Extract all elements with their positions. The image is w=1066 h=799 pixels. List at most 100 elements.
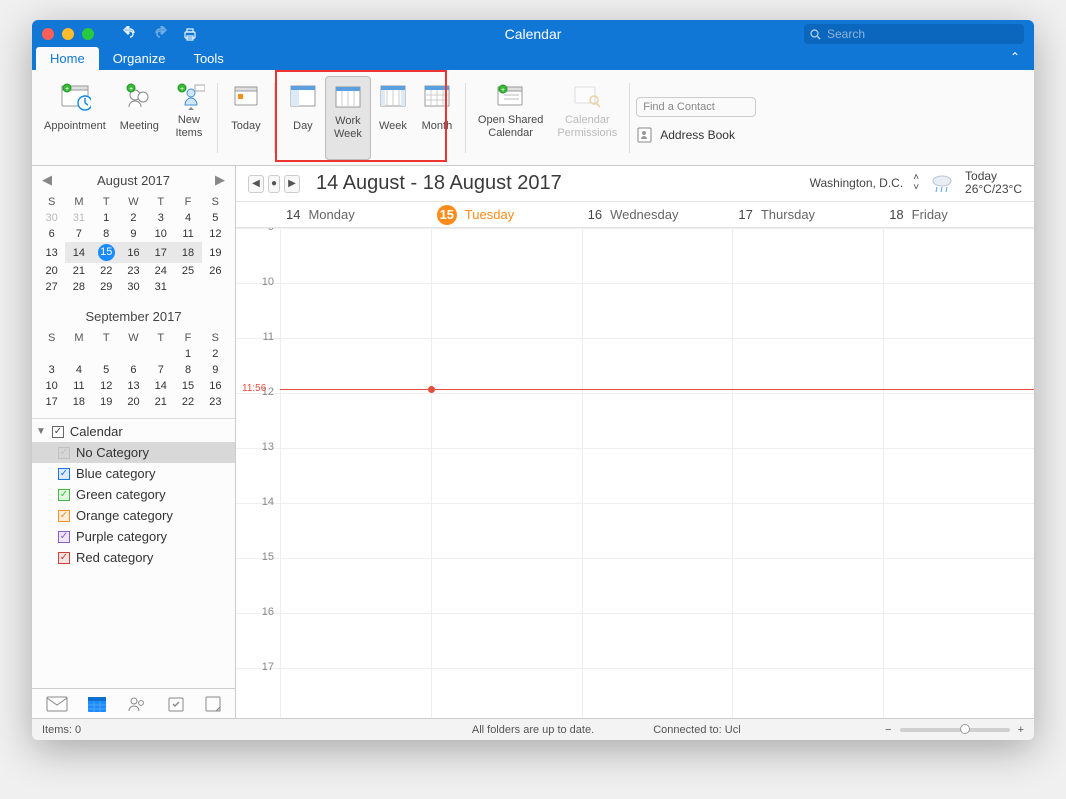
- minimonth-day[interactable]: 17: [147, 242, 174, 263]
- tab-home[interactable]: Home: [36, 47, 99, 70]
- minimonth-day[interactable]: [174, 279, 201, 295]
- minimonth-day[interactable]: [38, 346, 65, 362]
- minimonth-day[interactable]: 23: [202, 394, 229, 410]
- day-view-button[interactable]: Day: [281, 76, 325, 160]
- minimonth-row[interactable]: 20212223242526: [38, 263, 229, 279]
- minimonth-row[interactable]: 17181920212223: [38, 394, 229, 410]
- zoom-in-icon[interactable]: +: [1018, 724, 1024, 736]
- hour-row[interactable]: [236, 558, 1034, 613]
- meeting-button[interactable]: + Meeting: [114, 76, 165, 160]
- day-header[interactable]: 14Monday: [280, 202, 431, 227]
- week-view-button[interactable]: Week: [371, 76, 415, 160]
- minimonth-day[interactable]: 24: [147, 263, 174, 279]
- minimonth-day[interactable]: 27: [38, 279, 65, 295]
- minimonth-day[interactable]: [120, 346, 147, 362]
- next-range-button[interactable]: ▶: [284, 175, 300, 193]
- appointment-button[interactable]: + Appointment: [38, 76, 112, 160]
- calendar-root[interactable]: ▼✓Calendar: [32, 421, 235, 442]
- minimonth-day[interactable]: 16: [120, 242, 147, 263]
- zoom-slider[interactable]: [900, 728, 1010, 732]
- minimonth-day[interactable]: 17: [38, 394, 65, 410]
- minimonth-day[interactable]: 1: [93, 210, 120, 226]
- tab-organize[interactable]: Organize: [99, 47, 180, 70]
- minimonth-day[interactable]: [147, 346, 174, 362]
- minimonth-2[interactable]: SMTWTFS123456789101112131415161718192021…: [32, 330, 235, 418]
- minimonth-day[interactable]: 29: [93, 279, 120, 295]
- work-week-view-button[interactable]: Work Week: [325, 76, 371, 160]
- minimonth-day[interactable]: 6: [120, 362, 147, 378]
- hour-row[interactable]: [236, 668, 1034, 718]
- minimonth-day[interactable]: 2: [202, 346, 229, 362]
- minimonth-day[interactable]: 19: [202, 242, 229, 263]
- maximize-icon[interactable]: [82, 28, 94, 40]
- next-month-icon[interactable]: ▶: [215, 172, 225, 188]
- minimize-icon[interactable]: [62, 28, 74, 40]
- today-button[interactable]: Today: [224, 76, 268, 160]
- minimonth-day[interactable]: [202, 279, 229, 295]
- minimonth-day[interactable]: 18: [174, 242, 201, 263]
- new-items-button[interactable]: + New Items: [167, 76, 211, 160]
- collapse-ribbon-icon[interactable]: ⌃: [1010, 50, 1020, 64]
- zoom-control[interactable]: − +: [885, 724, 1024, 736]
- minimonth-day[interactable]: 11: [65, 378, 92, 394]
- minimonth-day[interactable]: [65, 346, 92, 362]
- minimonth-day[interactable]: 12: [93, 378, 120, 394]
- hour-row[interactable]: [236, 448, 1034, 503]
- address-book-button[interactable]: Address Book: [636, 127, 756, 143]
- minimonth-day[interactable]: 13: [120, 378, 147, 394]
- category-row[interactable]: ✓Green category: [32, 484, 235, 505]
- minimonth-day[interactable]: 10: [38, 378, 65, 394]
- minimonth-day[interactable]: 20: [38, 263, 65, 279]
- minimonth-row[interactable]: 10111213141516: [38, 378, 229, 394]
- notes-module-icon[interactable]: [204, 695, 222, 713]
- tasks-module-icon[interactable]: [167, 695, 185, 713]
- minimonth-day[interactable]: [93, 346, 120, 362]
- hour-row[interactable]: [236, 228, 1034, 283]
- category-row[interactable]: ✓No Category: [32, 442, 235, 463]
- month-view-button[interactable]: Month: [415, 76, 459, 160]
- minimonth-day[interactable]: 25: [174, 263, 201, 279]
- minimonth-day[interactable]: 7: [65, 226, 92, 242]
- minimonth-row[interactable]: 2728293031: [38, 279, 229, 295]
- prev-range-button[interactable]: ◀: [248, 175, 264, 193]
- minimonth-day[interactable]: 31: [65, 210, 92, 226]
- minimonth-day[interactable]: 23: [120, 263, 147, 279]
- minimonth-row[interactable]: 12: [38, 346, 229, 362]
- minimonth-row[interactable]: 6789101112: [38, 226, 229, 242]
- minimonth-day[interactable]: 5: [202, 210, 229, 226]
- find-contact-input[interactable]: Find a Contact: [636, 97, 756, 117]
- minimonth-row[interactable]: 303112345: [38, 210, 229, 226]
- close-icon[interactable]: [42, 28, 54, 40]
- category-row[interactable]: ✓Blue category: [32, 463, 235, 484]
- time-grid[interactable]: 9101112131415161711:56: [236, 228, 1034, 718]
- minimonth-day[interactable]: 6: [38, 226, 65, 242]
- minimonth-day[interactable]: 7: [147, 362, 174, 378]
- minimonth-day[interactable]: 4: [174, 210, 201, 226]
- minimonth-day[interactable]: 22: [93, 263, 120, 279]
- minimonth-day[interactable]: 9: [202, 362, 229, 378]
- minimonth-day[interactable]: 28: [65, 279, 92, 295]
- minimonth-day[interactable]: 3: [147, 210, 174, 226]
- hour-row[interactable]: [236, 503, 1034, 558]
- today-dot-button[interactable]: ●: [268, 175, 280, 193]
- hour-row[interactable]: [236, 338, 1034, 393]
- day-header[interactable]: 16Wednesday: [582, 202, 733, 227]
- hour-row[interactable]: [236, 283, 1034, 338]
- people-module-icon[interactable]: [126, 695, 148, 713]
- hour-row[interactable]: [236, 393, 1034, 448]
- minimonth-day[interactable]: 22: [174, 394, 201, 410]
- minimonth-day[interactable]: 15: [93, 242, 120, 263]
- redo-icon[interactable]: [152, 26, 168, 42]
- zoom-thumb[interactable]: [960, 724, 970, 734]
- day-header[interactable]: 18Friday: [883, 202, 1034, 227]
- hour-row[interactable]: [236, 613, 1034, 668]
- minimonth-day[interactable]: 8: [93, 226, 120, 242]
- minimonth-day[interactable]: 30: [120, 279, 147, 295]
- prev-month-icon[interactable]: ◀: [42, 172, 52, 188]
- undo-icon[interactable]: [122, 26, 138, 42]
- minimonth-day[interactable]: 3: [38, 362, 65, 378]
- minimonth-day[interactable]: 20: [120, 394, 147, 410]
- minimonth-day[interactable]: 9: [120, 226, 147, 242]
- zoom-out-icon[interactable]: −: [885, 724, 891, 736]
- minimonth-day[interactable]: 5: [93, 362, 120, 378]
